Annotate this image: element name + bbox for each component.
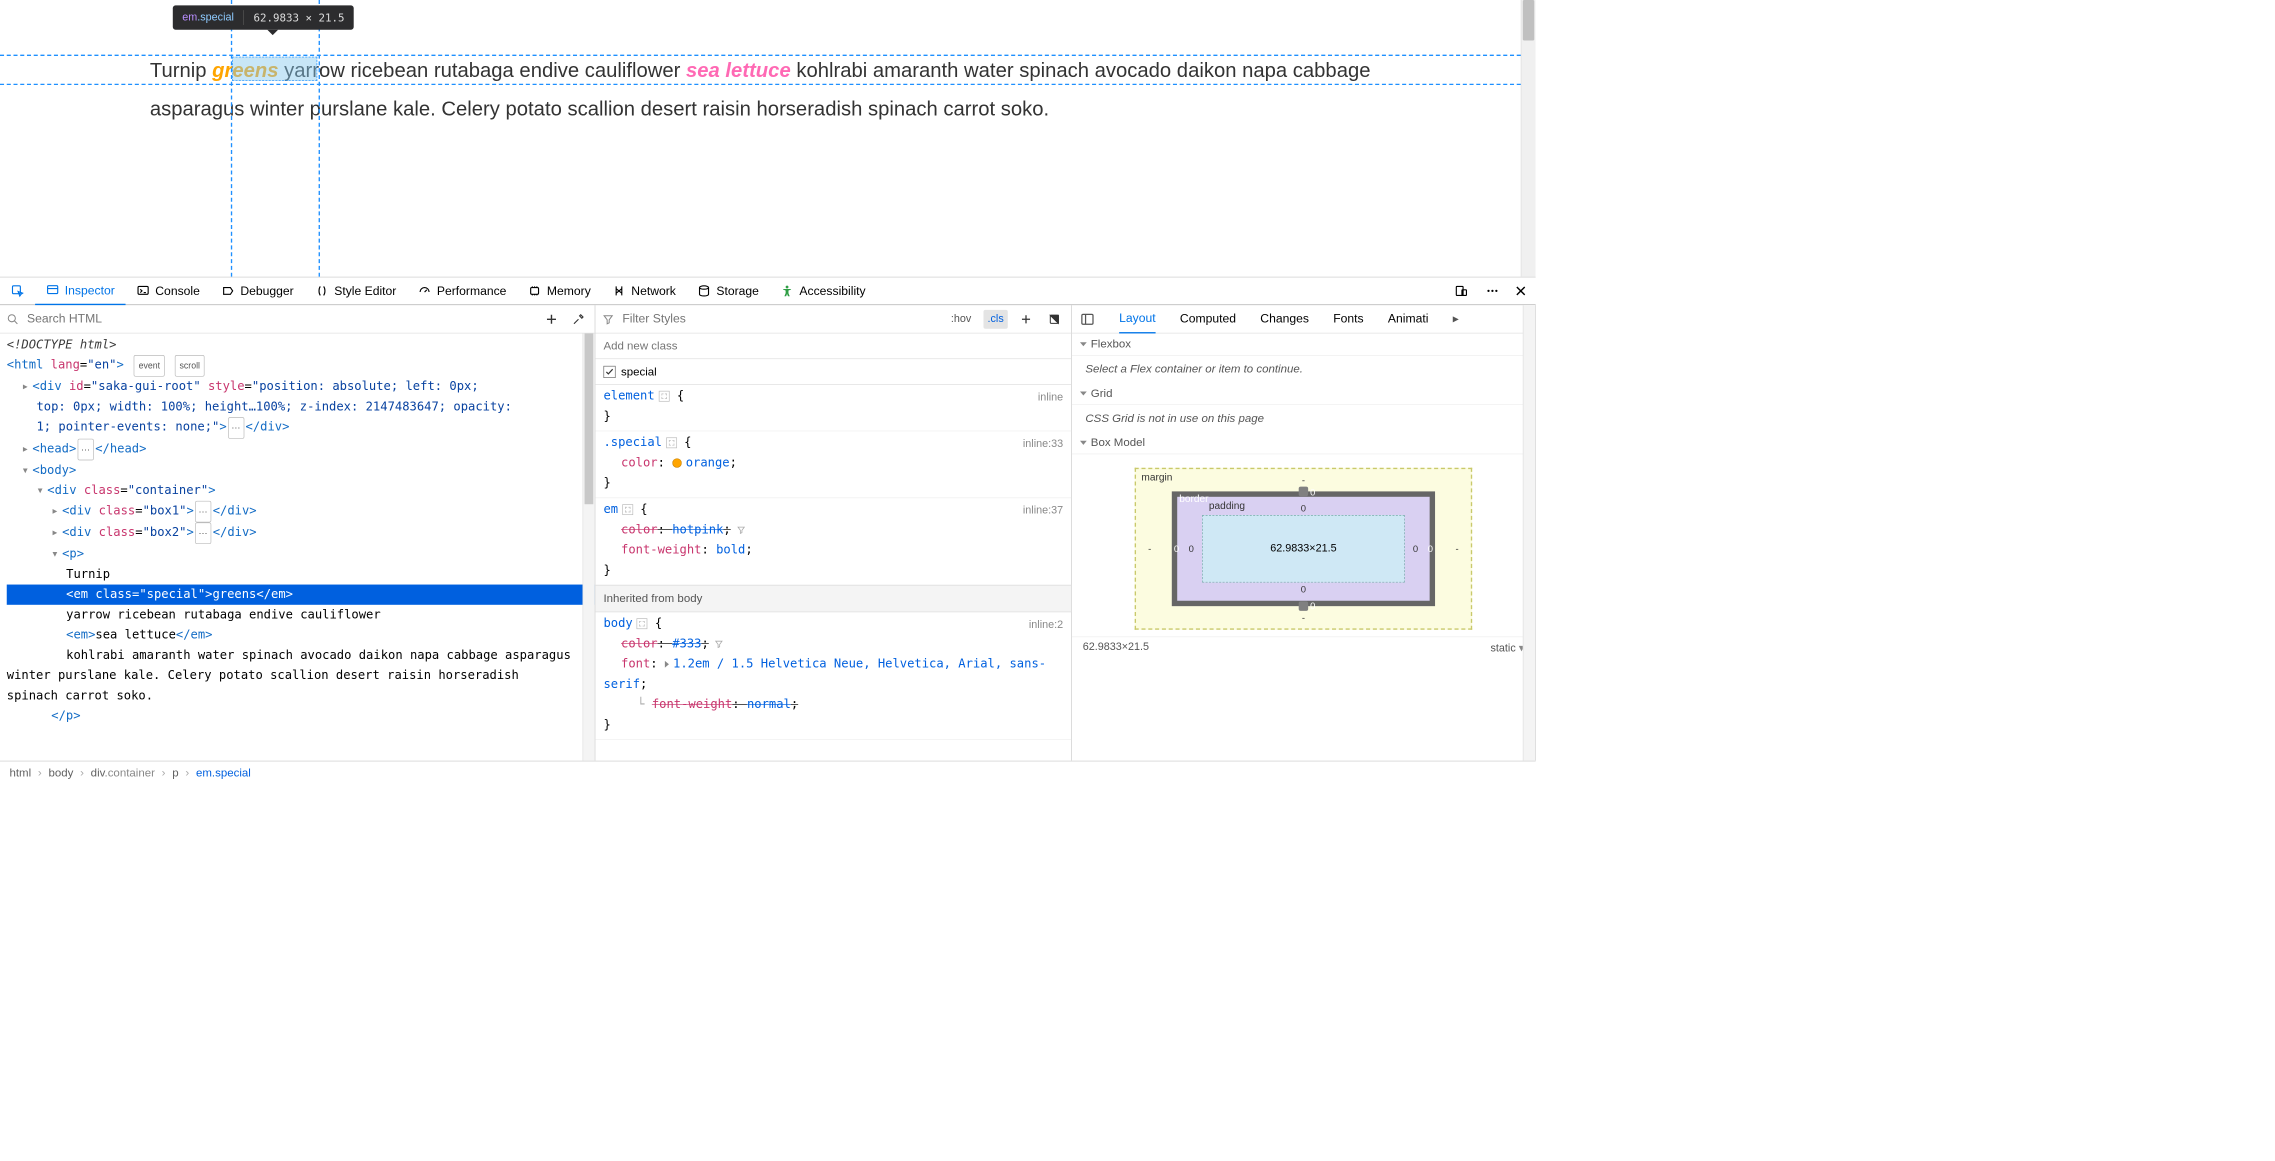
crumb-body[interactable]: body: [48, 766, 73, 780]
expand-twisty-icon[interactable]: [665, 661, 669, 668]
light-dark-button[interactable]: [1044, 309, 1064, 328]
boxmodel-section-header[interactable]: Box Model: [1072, 432, 1535, 454]
boxmodel-position: static: [1491, 643, 1516, 654]
markup-panel: <!DOCTYPE html> <html lang="en"> event s…: [0, 305, 595, 761]
flex-icon[interactable]: [659, 391, 670, 402]
add-node-button[interactable]: [542, 309, 561, 328]
html-search-input[interactable]: [27, 312, 534, 326]
html-tree-scrollbar[interactable]: [583, 333, 595, 760]
tab-style-editor[interactable]: Style Editor: [305, 277, 408, 305]
devtools-toolbar: Inspector Console Debugger Style Editor …: [0, 277, 1536, 305]
inspector-highlight-box: [232, 57, 317, 81]
tab-layout[interactable]: Layout: [1119, 305, 1155, 333]
tab-animations[interactable]: Animati: [1388, 305, 1429, 333]
tab-computed[interactable]: Computed: [1180, 305, 1236, 333]
inspector-guide: [231, 0, 232, 277]
filter-styles-input[interactable]: [622, 312, 938, 326]
layout-panel: Layout Computed Changes Fonts Animati ▸ …: [1072, 305, 1536, 761]
page-scrollbar[interactable]: [1521, 0, 1536, 277]
close-devtools-button[interactable]: [1506, 277, 1536, 305]
classes-toggle-button[interactable]: .cls: [983, 309, 1007, 328]
crumb-em-special[interactable]: em.special: [196, 766, 251, 780]
crumb-html[interactable]: html: [9, 766, 31, 780]
pick-element-button[interactable]: [0, 277, 35, 305]
flex-icon[interactable]: [637, 618, 648, 629]
tab-console[interactable]: Console: [126, 277, 211, 305]
tab-changes[interactable]: Changes: [1260, 305, 1309, 333]
inspector-guide: [0, 84, 1521, 85]
page-viewport: em.special 62.9833 × 21.5 Turnip greens …: [0, 0, 1536, 277]
inspector-guide: [0, 55, 1521, 56]
color-swatch[interactable]: [672, 458, 681, 467]
funnel-icon[interactable]: [714, 639, 723, 648]
em-plain: sea lettuce: [686, 59, 791, 81]
tab-debugger[interactable]: Debugger: [211, 277, 305, 305]
funnel-icon[interactable]: [736, 525, 745, 534]
funnel-icon: [602, 313, 614, 325]
crumb-p[interactable]: p: [172, 766, 178, 780]
eyedropper-button[interactable]: [569, 309, 588, 328]
sidebar-toggle-icon[interactable]: [1080, 312, 1095, 327]
tab-memory[interactable]: Memory: [517, 277, 601, 305]
right-scrollbar[interactable]: [1523, 305, 1535, 761]
selected-node: <em class="special">greens</em>: [7, 585, 595, 605]
grid-section-header[interactable]: Grid: [1072, 383, 1535, 405]
infobar-tag: em: [182, 11, 197, 22]
add-class-input[interactable]: [603, 339, 1063, 353]
tab-network[interactable]: Network: [602, 277, 687, 305]
tab-performance[interactable]: Performance: [407, 277, 517, 305]
responsive-mode-button[interactable]: [1444, 277, 1479, 305]
flex-icon[interactable]: [666, 437, 677, 448]
infobar-class: .special: [197, 11, 234, 22]
search-icon: [7, 313, 19, 325]
add-rule-button[interactable]: [1016, 309, 1036, 328]
breadcrumbs: html › body › div.container › p › em.spe…: [0, 761, 1536, 784]
tab-fonts[interactable]: Fonts: [1333, 305, 1363, 333]
rules-panel: :hov .cls special inline element {} inli…: [595, 305, 1072, 761]
tab-inspector[interactable]: Inspector: [35, 277, 125, 305]
pseudo-hov-button[interactable]: :hov: [947, 309, 976, 328]
flex-icon[interactable]: [622, 504, 633, 515]
tab-accessibility[interactable]: Accessibility: [770, 277, 877, 305]
inspector-infobar: em.special 62.9833 × 21.5: [173, 5, 354, 29]
page-paragraph: Turnip greens yarrow ricebean rutabaga e…: [150, 51, 1376, 128]
meatball-menu-button[interactable]: [1479, 277, 1506, 305]
flexbox-section-header[interactable]: Flexbox: [1072, 333, 1535, 355]
inherited-header: Inherited from body: [595, 585, 1071, 612]
html-tree[interactable]: <!DOCTYPE html> <html lang="en"> event s…: [0, 333, 595, 760]
boxmodel-dims: 62.9833×21.5: [1083, 641, 1149, 655]
infobar-dims: 62.9833 × 21.5: [253, 11, 344, 24]
checkbox-icon[interactable]: [603, 366, 615, 378]
tab-storage[interactable]: Storage: [687, 277, 770, 305]
box-model-diagram[interactable]: 62.9833×21.5 margin border padding - - -…: [1135, 468, 1473, 630]
inspector-guide: [319, 0, 320, 277]
class-checkbox-row[interactable]: special: [595, 359, 1071, 385]
crumb-container[interactable]: div.container: [91, 766, 155, 780]
